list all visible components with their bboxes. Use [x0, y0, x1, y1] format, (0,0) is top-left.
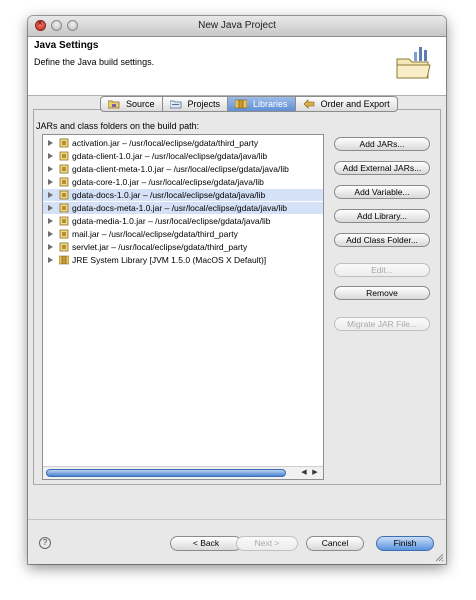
list-item-label: servlet.jar – /usr/local/eclipse/gdata/t… [72, 242, 248, 252]
list-item-label: JRE System Library [JVM 1.5.0 (MacOS X D… [72, 255, 267, 265]
page-description: Define the Java build settings. [34, 57, 155, 67]
list-item-label: gdata-docs-1.0.jar – /usr/local/eclipse/… [72, 190, 266, 200]
list-item[interactable]: mail.jar – /usr/local/eclipse/gdata/thir… [43, 228, 323, 240]
tab-libraries-label: Libraries [253, 99, 288, 109]
build-path-list-label: JARs and class folders on the build path… [36, 121, 200, 131]
help-icon[interactable]: ? [39, 537, 51, 549]
build-path-tabs: Source Projects Libraries Order and Expo… [100, 96, 398, 112]
order-export-icon [303, 99, 314, 109]
list-item[interactable]: gdata-docs-1.0.jar – /usr/local/eclipse/… [43, 189, 323, 201]
remove-button[interactable]: Remove [334, 286, 430, 300]
title-bar: New Java Project [28, 16, 446, 37]
cancel-button[interactable]: Cancel [306, 536, 364, 551]
new-java-project-wizard-icon [396, 47, 431, 79]
edit-button[interactable]: Edit... [334, 263, 430, 277]
list-item[interactable]: gdata-client-1.0.jar – /usr/local/eclips… [43, 150, 323, 162]
footer-divider [28, 519, 446, 520]
tab-order-and-export-label: Order and Export [320, 99, 390, 109]
jar-icon [59, 151, 69, 161]
jar-icon [59, 216, 69, 226]
horizontal-scrollbar[interactable]: ◀ ▶ [43, 466, 323, 479]
list-item[interactable]: gdata-media-1.0.jar – /usr/local/eclipse… [43, 215, 323, 227]
add-library-button[interactable]: Add Library... [334, 209, 430, 223]
expand-arrow-icon[interactable] [48, 166, 53, 172]
next-button[interactable]: Next > [236, 536, 298, 551]
source-folder-icon [108, 100, 120, 109]
scrollbar-thumb[interactable] [46, 469, 286, 477]
back-button[interactable]: < Back [170, 536, 242, 551]
list-item-label: activation.jar – /usr/local/eclipse/gdat… [72, 138, 259, 148]
list-item[interactable]: JRE System Library [JVM 1.5.0 (MacOS X D… [43, 254, 323, 266]
jar-icon [59, 177, 69, 187]
list-item[interactable]: gdata-core-1.0.jar – /usr/local/eclipse/… [43, 176, 323, 188]
list-item[interactable]: activation.jar – /usr/local/eclipse/gdat… [43, 137, 323, 149]
jar-icon [59, 229, 69, 239]
list-item[interactable]: servlet.jar – /usr/local/eclipse/gdata/t… [43, 241, 323, 253]
tab-source[interactable]: Source [101, 97, 163, 111]
expand-arrow-icon[interactable] [48, 192, 53, 198]
expand-arrow-icon[interactable] [48, 231, 53, 237]
add-external-jars-button[interactable]: Add External JARs... [334, 161, 430, 175]
window-title: New Java Project [198, 20, 276, 31]
list-item-label: gdata-client-1.0.jar – /usr/local/eclips… [72, 151, 268, 161]
list-item-label: gdata-core-1.0.jar – /usr/local/eclipse/… [72, 177, 264, 187]
tab-libraries[interactable]: Libraries [228, 97, 296, 111]
tab-order-and-export[interactable]: Order and Export [296, 97, 397, 111]
tab-projects-label: Projects [187, 99, 221, 109]
scroll-left-arrow-icon[interactable]: ◀ [299, 468, 309, 478]
scroll-right-arrow-icon[interactable]: ▶ [310, 468, 320, 478]
add-jars-button[interactable]: Add JARs... [334, 137, 430, 151]
expand-arrow-icon[interactable] [48, 257, 53, 263]
build-path-list[interactable]: activation.jar – /usr/local/eclipse/gdat… [42, 134, 324, 480]
tab-projects[interactable]: Projects [163, 97, 229, 111]
list-item[interactable]: gdata-docs-meta-1.0.jar – /usr/local/ecl… [43, 202, 323, 214]
jar-icon [59, 190, 69, 200]
finish-button[interactable]: Finish [376, 536, 434, 551]
new-java-project-window: New Java Project Java Settings Define th… [28, 16, 446, 564]
add-class-folder-button[interactable]: Add Class Folder... [334, 233, 430, 247]
jar-icon [59, 138, 69, 148]
expand-arrow-icon[interactable] [48, 153, 53, 159]
jar-icon [59, 203, 69, 213]
expand-arrow-icon[interactable] [48, 218, 53, 224]
list-item[interactable]: gdata-client-meta-1.0.jar – /usr/local/e… [43, 163, 323, 175]
jar-icon [59, 242, 69, 252]
expand-arrow-icon[interactable] [48, 140, 53, 146]
expand-arrow-icon[interactable] [48, 244, 53, 250]
projects-icon [169, 100, 181, 109]
page-title: Java Settings [34, 40, 99, 51]
list-item-label: gdata-media-1.0.jar – /usr/local/eclipse… [72, 216, 271, 226]
libraries-icon [235, 99, 248, 109]
expand-arrow-icon[interactable] [48, 179, 53, 185]
list-item-label: mail.jar – /usr/local/eclipse/gdata/thir… [72, 229, 238, 239]
expand-arrow-icon[interactable] [48, 205, 53, 211]
tab-source-label: Source [126, 99, 155, 109]
library-icon [59, 255, 69, 265]
add-variable-button[interactable]: Add Variable... [334, 185, 430, 199]
wizard-header: Java Settings Define the Java build sett… [28, 37, 446, 96]
resize-grip-icon[interactable] [434, 552, 444, 562]
list-item-label: gdata-client-meta-1.0.jar – /usr/local/e… [72, 164, 289, 174]
list-item-label: gdata-docs-meta-1.0.jar – /usr/local/ecl… [72, 203, 287, 213]
migrate-jar-file-button[interactable]: Migrate JAR File... [334, 317, 430, 331]
jar-icon [59, 164, 69, 174]
